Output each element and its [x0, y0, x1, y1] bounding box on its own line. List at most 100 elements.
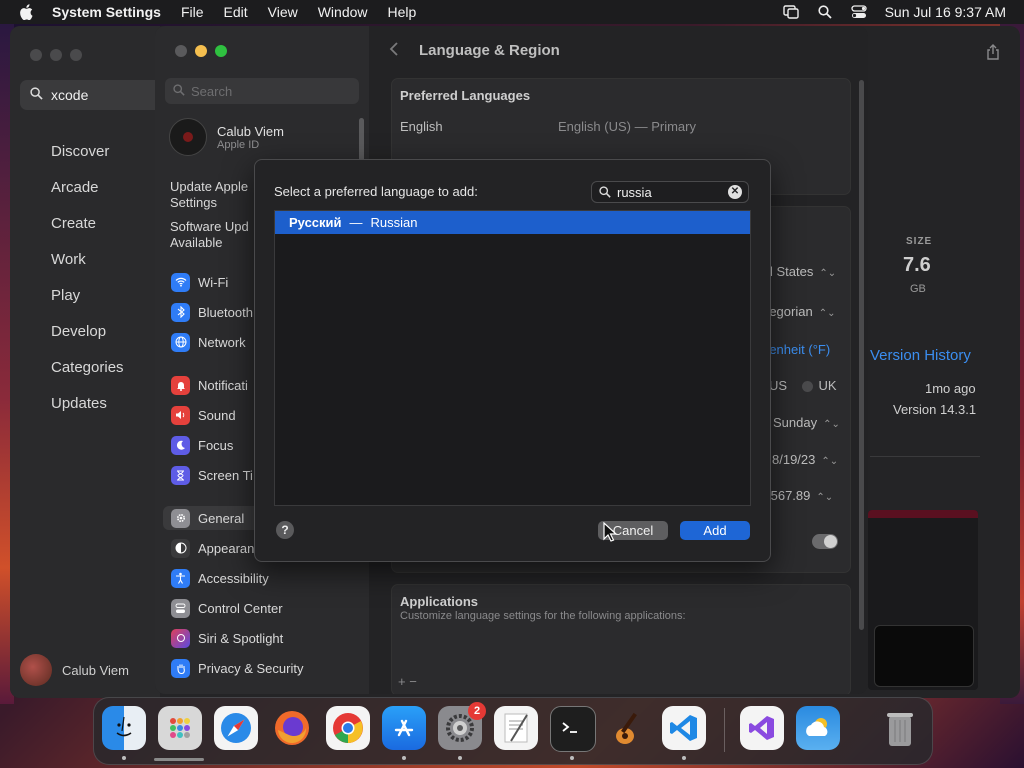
sidebar-item-accessibility[interactable]: Accessibility	[171, 567, 269, 589]
screen-mirroring-icon[interactable]	[782, 4, 799, 20]
vscode-icon[interactable]	[662, 706, 706, 750]
control-center-icon[interactable]	[850, 4, 867, 20]
minimize-button[interactable]	[50, 49, 62, 61]
clear-search-icon[interactable]: ✕	[728, 185, 742, 199]
stepper-icon: ⌃⌄	[819, 268, 837, 279]
nav-play[interactable]: Play	[51, 278, 124, 314]
settings-search-field[interactable]: Search	[165, 78, 359, 104]
stepper-icon: ⌃⌄	[821, 456, 839, 467]
spotlight-search-icon[interactable]	[817, 4, 833, 20]
chrome-icon[interactable]	[326, 706, 370, 750]
menu-clock[interactable]: Sun Jul 16 9:37 AM	[885, 4, 1006, 20]
zoom-button[interactable]	[215, 45, 227, 57]
control-center-icon	[171, 598, 190, 618]
finder-icon[interactable]	[102, 706, 146, 750]
menu-help[interactable]: Help	[388, 4, 417, 20]
app-store-traffic-lights	[30, 49, 82, 61]
sidebar-item-notifications[interactable]: Notificati	[171, 374, 248, 396]
back-chevron-icon[interactable]	[389, 42, 399, 61]
sidebar-item-siri-spotlight[interactable]: Siri & Spotlight	[171, 627, 283, 649]
first-day-value: Sunday	[773, 415, 818, 430]
sidebar-item-label: General	[198, 510, 245, 526]
firefox-icon[interactable]	[270, 706, 314, 750]
size-unit: GB	[910, 283, 926, 295]
running-indicator	[458, 756, 462, 760]
main-scrollbar[interactable]	[859, 80, 864, 630]
close-button[interactable]	[175, 45, 187, 57]
settings-search-placeholder: Search	[191, 83, 233, 99]
language-search-field[interactable]: russia ✕	[591, 181, 749, 203]
sidebar-item-screen-time[interactable]: Screen Ti	[171, 464, 253, 486]
version-number: Version 14.3.1	[893, 402, 977, 417]
measurement-system-radio[interactable]: US UK	[769, 378, 837, 393]
minimize-button[interactable]	[195, 45, 207, 57]
sidebar-item-wifi[interactable]: Wi-Fi	[171, 271, 228, 293]
sidebar-item-bluetooth[interactable]: Bluetooth	[171, 301, 253, 323]
menu-file[interactable]: File	[181, 4, 204, 20]
nav-develop[interactable]: Develop	[51, 314, 124, 350]
nav-updates[interactable]: Updates	[51, 386, 124, 422]
safari-icon[interactable]	[214, 706, 258, 750]
dock-separator	[724, 708, 725, 752]
screenshot-panel	[874, 625, 974, 687]
app-store-search-value: xcode	[51, 87, 89, 103]
sidebar-item-label: Siri & Spotlight	[198, 630, 284, 646]
sidebar-item-appearance[interactable]: Appearan	[171, 537, 254, 559]
textedit-icon[interactable]	[494, 706, 538, 750]
account-subtitle: Apple ID	[217, 138, 260, 151]
radio-uk[interactable]	[801, 381, 813, 393]
apple-menu-icon[interactable]	[16, 2, 36, 22]
garageband-icon[interactable]	[606, 706, 650, 750]
system-settings-icon[interactable]: 2	[438, 702, 486, 750]
menu-edit[interactable]: Edit	[224, 4, 248, 20]
nav-categories[interactable]: Categories	[51, 350, 124, 386]
sidebar-item-label: Privacy & Security	[198, 660, 304, 676]
temperature-popup[interactable]: renheit (°F)	[765, 342, 830, 357]
nav-work[interactable]: Work	[51, 242, 124, 278]
number-format-popup[interactable]: ,567.89 ⌃⌄	[767, 488, 833, 503]
first-day-popup[interactable]: Sunday ⌃⌄	[773, 415, 840, 430]
live-text-toggle[interactable]	[812, 534, 838, 549]
sidebar-item-sound[interactable]: Sound	[171, 404, 236, 426]
add-button[interactable]: Add	[680, 521, 750, 540]
sidebar-item-control-center[interactable]: Control Center	[171, 597, 283, 619]
region-popup[interactable]: l States ⌃⌄	[770, 264, 836, 279]
list-item[interactable]: Русский — Russian	[275, 211, 750, 234]
date-format-popup[interactable]: 8/19/23 ⌃⌄	[772, 452, 838, 467]
search-icon	[173, 83, 185, 99]
menu-view[interactable]: View	[268, 4, 298, 20]
preferred-languages-title: Preferred Languages	[400, 88, 531, 103]
bluetooth-icon	[171, 302, 190, 322]
add-remove-buttons[interactable]: + −	[398, 674, 417, 689]
nav-create[interactable]: Create	[51, 206, 124, 242]
app-store-icon[interactable]	[382, 706, 426, 750]
menu-app-name[interactable]: System Settings	[52, 4, 161, 20]
sidebar-item-focus[interactable]: Focus	[171, 434, 233, 456]
version-history-link[interactable]: Version History	[870, 347, 971, 364]
language-name[interactable]: English	[400, 119, 443, 134]
share-icon[interactable]	[986, 44, 1002, 60]
zoom-button[interactable]	[70, 49, 82, 61]
nav-discover[interactable]: Discover	[51, 134, 124, 170]
running-indicator	[122, 756, 126, 760]
launchpad-icon[interactable]	[158, 706, 202, 750]
update-apple-id-settings[interactable]: Update Apple Settings	[170, 179, 248, 211]
visual-studio-icon[interactable]	[740, 706, 784, 750]
sidebar-item-network[interactable]: Network	[171, 331, 246, 353]
app-store-account[interactable]: Calub Viem	[20, 654, 129, 686]
weather-icon[interactable]	[796, 706, 840, 750]
software-update-available[interactable]: Software Upd Available	[170, 219, 249, 251]
language-results-list[interactable]: Русский — Russian	[274, 210, 751, 506]
close-button[interactable]	[30, 49, 42, 61]
calendar-popup[interactable]: regorian ⌃⌄	[765, 304, 835, 319]
menu-window[interactable]: Window	[318, 4, 368, 20]
terminal-icon[interactable]	[550, 706, 596, 752]
apple-id-account[interactable]: Calub Viem Apple ID	[169, 118, 284, 156]
screenshot-titlebar	[868, 510, 978, 518]
trash-icon[interactable]	[878, 706, 922, 750]
nav-arcade[interactable]: Arcade	[51, 170, 124, 206]
app-store-search-field[interactable]: xcode	[20, 80, 170, 110]
app-screenshot-thumbnail[interactable]	[868, 510, 978, 690]
help-button[interactable]: ?	[276, 521, 294, 539]
sidebar-item-privacy-security[interactable]: Privacy & Security	[171, 657, 303, 679]
